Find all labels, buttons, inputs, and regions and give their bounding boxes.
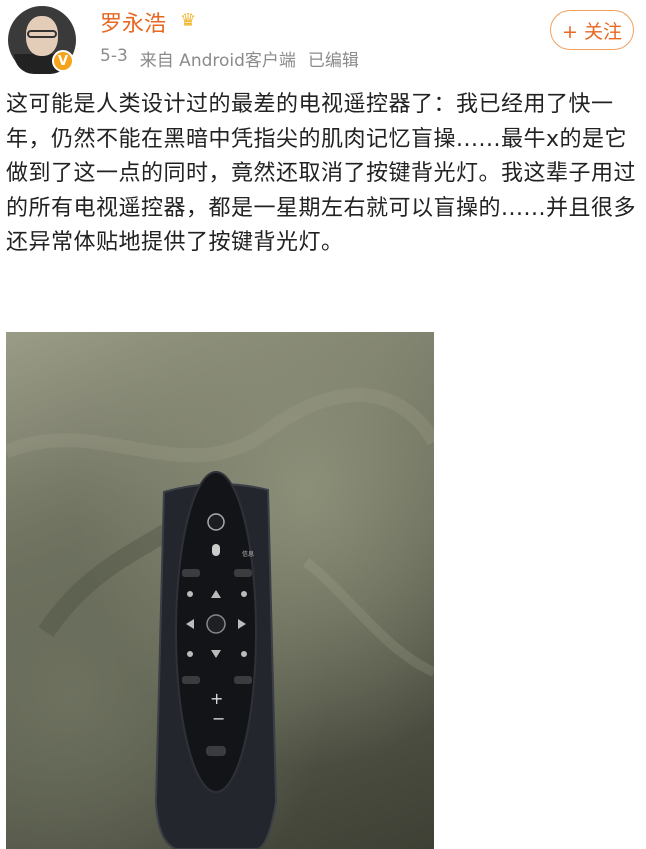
home-button [182,569,200,577]
volume-up-icon: + [210,689,223,708]
fold-shadow [38,524,171,638]
post-meta: 5-3 来自 Android客户端 已编辑 [100,46,359,71]
avatar-glasses [27,30,57,38]
post-edited[interactable]: 已编辑 [308,46,359,71]
user-name[interactable]: 罗永浩 [100,6,166,38]
crown-icon: ♛ [180,10,197,31]
verified-v-icon: V [52,50,74,72]
post-text: 这可能是人类设计过的最差的电视遥控器了：我已经用了快一年，仍然不能在黑暗中凭指尖… [6,92,637,255]
home-icon [241,651,247,657]
settings-button [234,569,252,577]
back-button [187,591,193,597]
channel-button [234,676,252,684]
post-date: 5-3 [100,46,128,66]
microphone-icon [212,544,220,556]
post-source: 来自 Android客户端 [139,51,296,71]
source-button [182,676,200,684]
menu-button [241,591,247,597]
power-icon [207,513,225,531]
volume-down-icon: − [212,709,225,728]
ok-button [206,614,226,634]
mute-button [206,746,226,756]
info-button: 信息 [242,550,254,558]
return-button [187,651,193,657]
fold-highlight [302,558,434,677]
remote-photo-svg: 信息 + − [6,388,434,849]
follow-button[interactable]: + 关注 [550,10,634,50]
post-image[interactable]: 信息 + − [6,332,434,849]
fold-highlight [6,388,434,463]
